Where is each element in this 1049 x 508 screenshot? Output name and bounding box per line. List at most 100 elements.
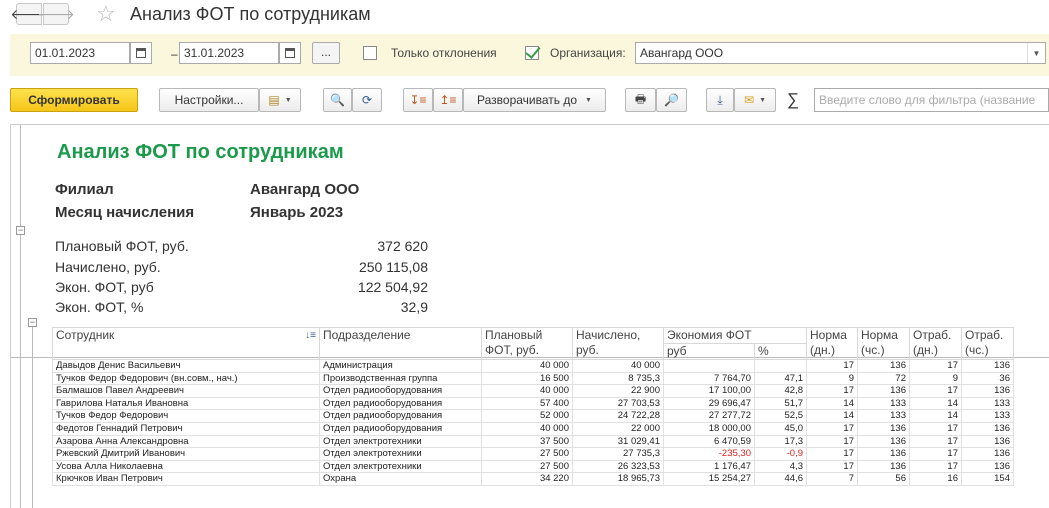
- send-email-button[interactable]: ✉ ▼: [734, 88, 776, 112]
- cell-norm-days[interactable]: 17: [806, 359, 858, 373]
- cell-plan[interactable]: 40 000: [481, 359, 573, 373]
- favorite-star-icon[interactable]: ☆: [96, 1, 116, 27]
- find-next-button[interactable]: ⟳: [352, 88, 382, 112]
- cell-plan[interactable]: 27 500: [481, 459, 573, 474]
- cell-economy-pct[interactable]: 17,3: [754, 434, 807, 449]
- cell-norm-hours[interactable]: 56: [857, 472, 910, 486]
- organization-checkbox[interactable]: [525, 46, 539, 60]
- date-to-calendar-button[interactable]: [279, 42, 301, 64]
- cell-economy-pct[interactable]: 4,3: [754, 459, 807, 474]
- cell-employee[interactable]: Тучков Федор Федорович (вн.совм., нач.): [52, 371, 320, 386]
- cell-worked-hours[interactable]: 136: [961, 384, 1014, 398]
- cell-economy-rub[interactable]: 18 000,00: [663, 421, 755, 436]
- cell-department[interactable]: Отдел радиооборудования: [319, 384, 482, 398]
- column-header-worked-hours[interactable]: Отраб. (чс.): [961, 327, 1014, 360]
- cell-economy-rub[interactable]: 27 277,72: [663, 409, 755, 423]
- cell-worked-days[interactable]: 17: [909, 359, 962, 373]
- only-deviations-checkbox[interactable]: [363, 46, 377, 60]
- cell-norm-hours[interactable]: 136: [857, 421, 910, 436]
- cell-worked-hours[interactable]: 136: [961, 421, 1014, 436]
- cell-employee[interactable]: Ржевский Дмитрий Иванович: [52, 447, 320, 461]
- column-header-norm-days[interactable]: Норма (дн.): [806, 327, 858, 360]
- cell-economy-pct[interactable]: [754, 359, 807, 373]
- cell-economy-pct[interactable]: 42,8: [754, 384, 807, 398]
- cell-department[interactable]: Отдел радиооборудования: [319, 409, 482, 423]
- table-row[interactable]: Федотов Геннадий Петрович Отдел радиообор…: [52, 421, 1014, 436]
- organization-select[interactable]: Авангард ООО ▼: [635, 42, 1046, 64]
- cell-norm-hours[interactable]: 136: [857, 384, 910, 398]
- date-from-input[interactable]: 01.01.2023: [30, 42, 130, 64]
- cell-plan[interactable]: 34 220: [481, 472, 573, 486]
- preview-button[interactable]: 🔎: [656, 88, 687, 112]
- cell-accrued[interactable]: 27 703,53: [572, 396, 664, 411]
- cell-norm-days[interactable]: 17: [806, 459, 858, 474]
- cell-plan[interactable]: 57 400: [481, 396, 573, 411]
- cell-worked-days[interactable]: 14: [909, 409, 962, 423]
- collapse-group-icon[interactable]: −: [16, 226, 25, 235]
- cell-norm-hours[interactable]: 133: [857, 409, 910, 423]
- cell-economy-pct[interactable]: -0,9: [754, 447, 807, 461]
- select-period-button[interactable]: ...: [312, 42, 340, 64]
- save-button[interactable]: ⤓: [706, 88, 734, 112]
- cell-economy-rub[interactable]: [663, 359, 755, 373]
- cell-economy-pct[interactable]: 51,7: [754, 396, 807, 411]
- cell-economy-pct[interactable]: 44,6: [754, 472, 807, 486]
- cell-worked-days[interactable]: 16: [909, 472, 962, 486]
- cell-accrued[interactable]: 18 965,73: [572, 472, 664, 486]
- cell-worked-hours[interactable]: 133: [961, 396, 1014, 411]
- cell-plan[interactable]: 52 000: [481, 409, 573, 423]
- cell-worked-days[interactable]: 17: [909, 459, 962, 474]
- table-row[interactable]: Балмашов Павел Андреевич Отдел радиообору…: [52, 384, 1014, 398]
- cell-plan[interactable]: 40 000: [481, 384, 573, 398]
- cell-economy-rub[interactable]: 1 176,47: [663, 459, 755, 474]
- cell-worked-days[interactable]: 17: [909, 434, 962, 449]
- cell-accrued[interactable]: 40 000: [572, 359, 664, 373]
- cell-accrued[interactable]: 31 029,41: [572, 434, 664, 449]
- cell-department[interactable]: Охрана: [319, 472, 482, 486]
- find-button[interactable]: 🔍: [323, 88, 352, 112]
- cell-plan[interactable]: 16 500: [481, 371, 573, 386]
- cell-worked-days[interactable]: 17: [909, 447, 962, 461]
- table-row[interactable]: Тучков Федор Федорович (вн.совм., нач.) П…: [52, 371, 1014, 386]
- sort-descending-icon[interactable]: ↓≡: [305, 329, 316, 344]
- cell-accrued[interactable]: 8 735,3: [572, 371, 664, 386]
- cell-norm-hours[interactable]: 136: [857, 459, 910, 474]
- cell-economy-rub[interactable]: 17 100,00: [663, 384, 755, 398]
- cell-department[interactable]: Отдел радиооборудования: [319, 421, 482, 436]
- column-header-norm-hours[interactable]: Норма (чс.): [857, 327, 910, 360]
- cell-worked-days[interactable]: 9: [909, 371, 962, 386]
- cell-employee[interactable]: Гаврилова Наталья Ивановна: [52, 396, 320, 411]
- cell-norm-days[interactable]: 9: [806, 371, 858, 386]
- cell-plan[interactable]: 27 500: [481, 447, 573, 461]
- cell-worked-hours[interactable]: 136: [961, 359, 1014, 373]
- table-row[interactable]: Ржевский Дмитрий Иванович Отдел электроте…: [52, 447, 1014, 461]
- cell-worked-hours[interactable]: 136: [961, 434, 1014, 449]
- cell-economy-rub[interactable]: 6 470,59: [663, 434, 755, 449]
- cell-department[interactable]: Отдел электротехники: [319, 459, 482, 474]
- cell-employee[interactable]: Усова Алла Николаевна: [52, 459, 320, 474]
- print-button[interactable]: 🖶: [625, 88, 656, 112]
- cell-department[interactable]: Отдел радиооборудования: [319, 396, 482, 411]
- cell-accrued[interactable]: 22 900: [572, 384, 664, 398]
- column-header-department[interactable]: Подразделение: [319, 327, 482, 360]
- cell-norm-days[interactable]: 17: [806, 421, 858, 436]
- cell-economy-rub[interactable]: -235,30: [663, 447, 755, 461]
- cell-economy-rub[interactable]: 15 254,27: [663, 472, 755, 486]
- cell-employee[interactable]: Балмашов Павел Андреевич: [52, 384, 320, 398]
- cell-accrued[interactable]: 27 735,3: [572, 447, 664, 461]
- cell-economy-rub[interactable]: 7 764,70: [663, 371, 755, 386]
- table-row[interactable]: Гаврилова Наталья Ивановна Отдел радиообо…: [52, 396, 1014, 411]
- cell-norm-days[interactable]: 17: [806, 447, 858, 461]
- cell-department[interactable]: Отдел электротехники: [319, 434, 482, 449]
- cell-norm-hours[interactable]: 136: [857, 434, 910, 449]
- column-header-economy-pct[interactable]: %: [754, 343, 807, 360]
- cell-employee[interactable]: Давыдов Денис Васильевич: [52, 359, 320, 373]
- table-row[interactable]: Давыдов Денис Васильевич Администрация 40 …: [52, 359, 1014, 373]
- cell-employee[interactable]: Тучков Федор Федорович: [52, 409, 320, 423]
- column-header-accrued[interactable]: Начислено, руб.: [572, 327, 664, 360]
- cell-economy-pct[interactable]: 52,5: [754, 409, 807, 423]
- table-row[interactable]: Усова Алла Николаевна Отдел электротехник…: [52, 459, 1014, 474]
- column-header-economy-rub[interactable]: руб: [663, 343, 755, 360]
- filter-search-input[interactable]: Введите слово для фильтра (название: [814, 88, 1049, 112]
- cell-norm-days[interactable]: 17: [806, 384, 858, 398]
